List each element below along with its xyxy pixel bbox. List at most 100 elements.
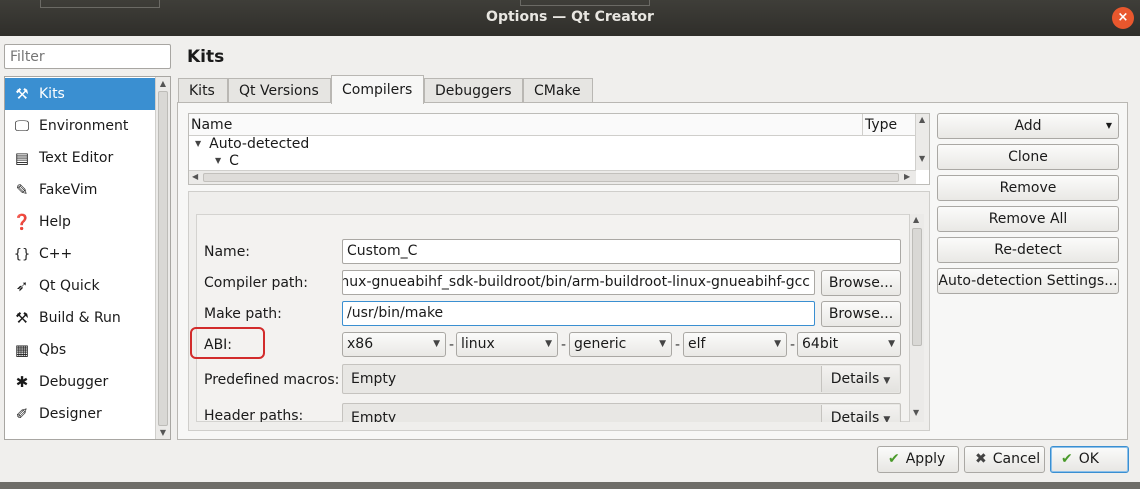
- hammer-icon: ⚒: [15, 309, 29, 327]
- abi-separator: -: [790, 337, 796, 353]
- abi-format-select[interactable]: elf ▼: [683, 332, 787, 357]
- sidebar-scroll-thumb[interactable]: [158, 91, 168, 426]
- tree-row-c[interactable]: ▼ C: [215, 153, 239, 169]
- chevron-down-icon: ▼: [883, 415, 891, 422]
- auto-detection-settings-button[interactable]: Auto-detection Settings...: [937, 268, 1119, 294]
- column-name-header[interactable]: Name: [191, 117, 232, 133]
- text-editor-icon: ▤: [14, 149, 30, 167]
- sidebar-item-kits[interactable]: ⚒ Kits: [5, 78, 157, 110]
- remove-all-button[interactable]: Remove All: [937, 206, 1119, 232]
- fakevim-icon: ✎: [15, 181, 29, 199]
- abi-flavor-value: generic: [574, 336, 627, 352]
- abi-format-value: elf: [688, 336, 706, 352]
- abi-separator: -: [675, 337, 681, 353]
- scroll-up-icon[interactable]: ▲: [913, 215, 919, 224]
- sidebar-item-text-editor[interactable]: ▤ Text Editor: [5, 142, 157, 174]
- sidebar-item-help[interactable]: ❓ Help: [5, 206, 157, 238]
- check-icon: ✔: [888, 451, 900, 467]
- column-divider[interactable]: [862, 114, 863, 136]
- qbs-icon: ▦: [14, 341, 30, 359]
- make-path-browse-button[interactable]: Browse...: [821, 301, 901, 327]
- ok-button[interactable]: ✔ OK: [1050, 446, 1129, 473]
- compiler-path-browse-button[interactable]: Browse...: [821, 270, 901, 296]
- tree-horizontal-scrollbar[interactable]: ◀ ▶: [189, 170, 916, 184]
- abi-os-select[interactable]: linux ▼: [456, 332, 558, 357]
- sidebar-scrollbar[interactable]: ▲ ▼: [155, 77, 170, 439]
- sidebar-item-fakevim[interactable]: ✎ FakeVim: [5, 174, 157, 206]
- sidebar-item-label: Environment: [39, 118, 129, 134]
- scroll-down-icon[interactable]: ▼: [919, 154, 925, 163]
- name-field[interactable]: Custom_C: [342, 239, 901, 264]
- tree-row-label: Auto-detected: [209, 136, 310, 152]
- qt-quick-icon: ➶: [15, 277, 29, 295]
- header-paths-row: Header paths: Empty Details ▼: [196, 396, 909, 422]
- compiler-path-field[interactable]: linux-gnueabihf_sdk-buildroot/bin/arm-bu…: [342, 270, 815, 295]
- tab-debuggers[interactable]: Debuggers: [424, 78, 523, 103]
- abi-width-select[interactable]: 64bit ▼: [797, 332, 901, 357]
- sidebar-item-designer[interactable]: ✐ Designer: [5, 398, 157, 430]
- sidebar-item-label: C++: [39, 246, 73, 262]
- abi-highlight-annotation: [190, 327, 265, 359]
- abi-architecture-value: x86: [347, 336, 374, 352]
- tree-scroll-thumb[interactable]: [203, 173, 899, 182]
- scroll-left-icon[interactable]: ◀: [192, 172, 198, 181]
- monitor-icon: 🖵: [14, 117, 30, 135]
- make-path-field[interactable]: /usr/bin/make: [342, 301, 815, 326]
- title-bar: Options — Qt Creator ×: [0, 0, 1140, 36]
- sidebar-item-cpp[interactable]: {} C++: [5, 238, 157, 270]
- sidebar-item-label: Qbs: [39, 342, 67, 358]
- tab-compilers[interactable]: Compilers: [331, 75, 424, 104]
- filter-input[interactable]: [4, 44, 171, 69]
- column-type-header[interactable]: Type: [865, 117, 897, 133]
- tree-vertical-scrollbar[interactable]: ▲ ▼: [915, 114, 929, 170]
- compiler-path-label: Compiler path:: [204, 275, 309, 291]
- scroll-down-icon[interactable]: ▼: [156, 428, 170, 437]
- header-paths-label: Header paths:: [204, 408, 304, 422]
- chevron-down-icon: ▼: [883, 376, 891, 386]
- expand-arrow-icon[interactable]: ▼: [215, 156, 221, 165]
- tab-cmake[interactable]: CMake: [523, 78, 593, 103]
- predefined-macros-field: Empty Details ▼: [342, 364, 901, 394]
- name-label: Name:: [204, 244, 251, 260]
- sidebar-item-qbs[interactable]: ▦ Qbs: [5, 334, 157, 366]
- add-button[interactable]: Add ▼: [937, 113, 1119, 139]
- scroll-up-icon[interactable]: ▲: [156, 79, 170, 88]
- apply-button[interactable]: ✔ Apply: [877, 446, 959, 473]
- sidebar-item-qt-quick[interactable]: ➶ Qt Quick: [5, 270, 157, 302]
- details-scrollbar[interactable]: ▲ ▼: [909, 214, 924, 422]
- abi-os-value: linux: [461, 336, 495, 352]
- clone-button[interactable]: Clone: [937, 144, 1119, 170]
- close-window-button[interactable]: ×: [1112, 7, 1134, 29]
- abi-separator: -: [561, 337, 567, 353]
- make-path-label: Make path:: [204, 306, 282, 322]
- sidebar-item-label: Build & Run: [39, 310, 121, 326]
- compiler-tree[interactable]: Name Type ▼ Auto-detected ▼ C ▲ ▼ ◀ ▶: [188, 113, 930, 185]
- kits-icon: ⚒: [15, 85, 29, 103]
- scroll-up-icon[interactable]: ▲: [919, 115, 925, 124]
- window-title: Options — Qt Creator: [486, 9, 654, 25]
- header-paths-details-button[interactable]: Details ▼: [821, 405, 899, 422]
- abi-architecture-select[interactable]: x86 ▼: [342, 332, 446, 357]
- check-icon: ✔: [1061, 451, 1073, 467]
- details-scroll-thumb[interactable]: [912, 228, 922, 346]
- redetect-button[interactable]: Re-detect: [937, 237, 1119, 263]
- options-category-list[interactable]: ⚒ Kits 🖵 Environment ▤ Text Editor ✎ Fak…: [4, 76, 171, 440]
- scroll-down-icon[interactable]: ▼: [913, 408, 919, 417]
- cancel-x-icon: ✖: [975, 451, 987, 467]
- tree-row-auto-detected[interactable]: ▼ Auto-detected: [195, 136, 309, 152]
- cancel-button[interactable]: ✖ Cancel: [964, 446, 1045, 473]
- sidebar-item-build-run[interactable]: ⚒ Build & Run: [5, 302, 157, 334]
- compiler-path-value: linux-gnueabihf_sdk-buildroot/bin/arm-bu…: [342, 274, 810, 290]
- remove-button[interactable]: Remove: [937, 175, 1119, 201]
- tab-qt-versions[interactable]: Qt Versions: [228, 78, 331, 103]
- sidebar-item-label: FakeVim: [39, 182, 98, 198]
- expand-arrow-icon[interactable]: ▼: [195, 139, 201, 148]
- scroll-right-icon[interactable]: ▶: [904, 172, 910, 181]
- pen-icon: ✐: [15, 405, 29, 423]
- sidebar-item-label: Qt Quick: [39, 278, 100, 294]
- tab-kits[interactable]: Kits: [178, 78, 228, 103]
- abi-flavor-select[interactable]: generic ▼: [569, 332, 672, 357]
- predefined-macros-details-button[interactable]: Details ▼: [821, 366, 899, 392]
- sidebar-item-environment[interactable]: 🖵 Environment: [5, 110, 157, 142]
- sidebar-item-debugger[interactable]: ✱ Debugger: [5, 366, 157, 398]
